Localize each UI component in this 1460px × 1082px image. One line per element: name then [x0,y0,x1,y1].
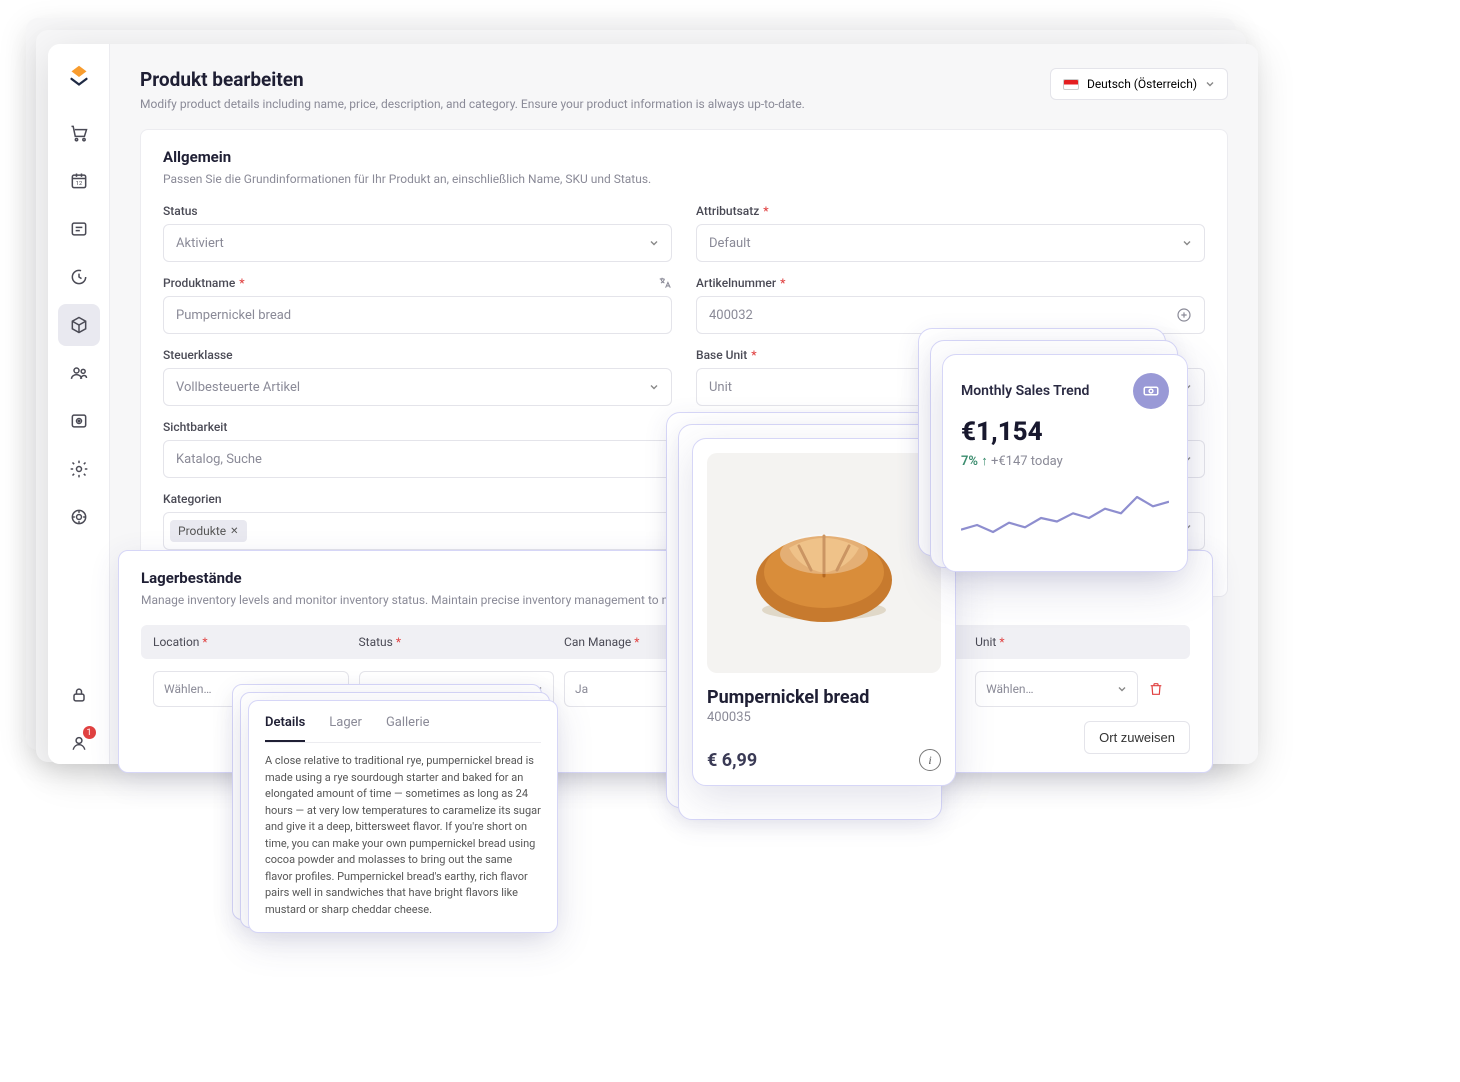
gear-icon[interactable] [58,448,100,490]
safe-icon[interactable] [58,400,100,442]
app-logo [64,62,94,92]
attrset-label: Attributsatz* [696,204,1205,218]
chip-remove-icon[interactable]: ✕ [230,526,238,537]
receipt-icon[interactable] [58,208,100,250]
general-title: Allgemein [163,148,1205,166]
product-image [707,453,941,673]
translate-icon[interactable] [658,276,672,290]
status-select[interactable]: Aktiviert [163,224,672,262]
lock-icon[interactable] [58,674,100,716]
plus-icon[interactable] [1176,307,1192,323]
flag-icon [1063,79,1079,90]
user-avatar-icon[interactable] [58,722,100,764]
cart-icon[interactable] [58,112,100,154]
name-label: Produktname* [163,276,672,290]
sku-label: Artikelnummer* [696,276,1205,290]
help-icon[interactable] [58,496,100,538]
sales-delta: 7% ↑ +€147 today [961,453,1169,469]
col-location: Location * [153,635,349,649]
trash-icon[interactable] [1148,681,1178,697]
assign-location-button[interactable]: Ort zuweisen [1084,721,1190,754]
info-icon[interactable]: i [919,749,941,771]
general-subtitle: Passen Sie die Grundinformationen für Ih… [163,172,1205,186]
sparkline-chart [961,483,1169,553]
product-sku: 400035 [707,710,941,725]
product-name: Pumpernickel bread [707,687,941,708]
page-title: Produkt bearbeiten [140,68,805,91]
attrset-select[interactable]: Default [696,224,1205,262]
page-subtitle: Modify product details including name, p… [140,97,805,111]
clock-icon[interactable] [58,256,100,298]
locale-select[interactable]: Deutsch (Österreich) [1050,68,1228,100]
tax-label: Steuerklasse [163,348,672,362]
category-chip[interactable]: Produkte✕ [170,520,247,542]
sales-title: Monthly Sales Trend [961,383,1089,399]
chevron-down-icon [1205,79,1215,89]
svg-text:12: 12 [75,181,82,187]
details-text: A close relative to traditional rye, pum… [265,753,541,918]
sidebar: 12 [48,44,110,764]
calendar-icon[interactable]: 12 [58,160,100,202]
col-status: Status * [359,635,555,649]
details-popup: Details Lager Gallerie A close relative … [248,700,558,933]
status-label: Status [163,204,672,218]
product-price: € 6,99 [707,750,757,771]
users-icon[interactable] [58,352,100,394]
tab-lager[interactable]: Lager [329,715,362,742]
tab-gallerie[interactable]: Gallerie [386,715,430,742]
row-unit-select[interactable]: Wählen… [975,671,1138,707]
tax-select[interactable]: Vollbesteuerte Artikel [163,368,672,406]
col-unit: Unit * [975,635,1138,649]
product-card: Pumpernickel bread 400035 € 6,99 i [692,438,956,786]
sales-amount: €1,154 [961,417,1169,447]
tab-details[interactable]: Details [265,715,305,742]
cash-icon [1133,373,1169,409]
package-icon[interactable] [58,304,100,346]
name-input[interactable]: Pumpernickel bread [163,296,672,334]
locale-label: Deutsch (Österreich) [1087,77,1197,91]
sales-trend-card: Monthly Sales Trend €1,154 7% ↑ +€147 to… [942,354,1188,572]
